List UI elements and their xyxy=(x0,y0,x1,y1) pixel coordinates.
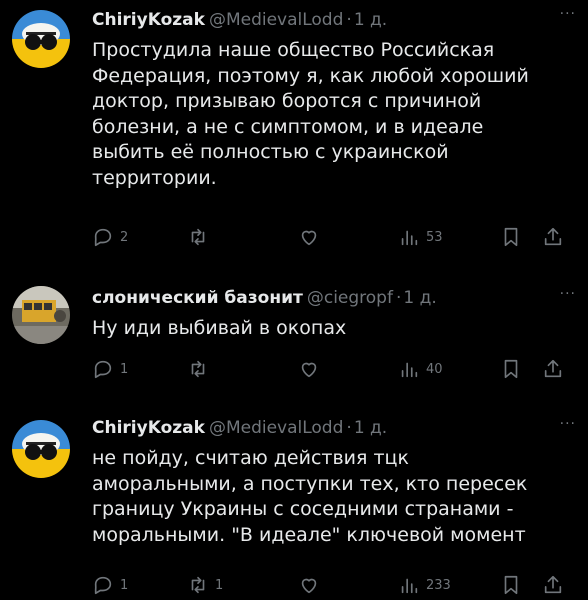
tweet-text-line: не пойду, считаю действия тцк xyxy=(92,447,409,469)
share-icon xyxy=(544,227,562,246)
bookmark-icon xyxy=(504,575,518,595)
tweet-header: слонический базонит @ciegropf · 1 д. xyxy=(92,286,576,310)
tweet[interactable]: ChiriyKozak @MedievalLodd · 1 д. Простудила… xyxy=(0,0,588,270)
avatar[interactable] xyxy=(12,286,70,344)
avatar[interactable] xyxy=(12,420,70,478)
views-button[interactable]: 233 xyxy=(398,572,451,598)
reply-button[interactable]: 1 xyxy=(92,572,128,598)
handle[interactable]: @ciegropf xyxy=(307,288,393,308)
timestamp[interactable]: 1 д. xyxy=(354,10,387,30)
more-options-icon[interactable]: ··· xyxy=(560,6,576,22)
view-count: 233 xyxy=(426,577,451,593)
handle[interactable]: @MedievalLodd xyxy=(209,418,343,438)
more-options-icon[interactable]: ··· xyxy=(560,286,576,302)
street-photo-avatar-icon xyxy=(12,286,70,344)
handle[interactable]: @MedievalLodd xyxy=(209,10,343,30)
tweet-text-line: выбить её полностью с украинской xyxy=(92,141,449,163)
views-icon xyxy=(401,230,418,246)
bookmark-button[interactable] xyxy=(500,356,522,382)
retweet-icon xyxy=(191,360,205,378)
share-icon xyxy=(544,359,562,378)
views-button[interactable]: 53 xyxy=(398,224,443,250)
bookmark-icon xyxy=(504,227,518,247)
display-name[interactable]: слонический базонит xyxy=(92,288,303,308)
reply-count: 2 xyxy=(120,229,129,245)
retweet-count: 1 xyxy=(215,577,224,593)
tweet[interactable]: ChiriyKozak @MedievalLodd · 1 д. не пойду, … xyxy=(0,400,588,600)
bookmark-icon xyxy=(504,359,518,379)
share-icon xyxy=(544,575,562,594)
heart-icon xyxy=(301,578,317,594)
frog-avatar-icon xyxy=(12,10,70,68)
retweet-button[interactable]: 1 xyxy=(187,572,223,598)
reply-button[interactable]: 2 xyxy=(92,224,128,250)
tweet-text-line: Ну иди выбивай в окопах xyxy=(92,317,347,339)
like-button[interactable] xyxy=(298,224,326,250)
views-icon xyxy=(401,578,418,594)
views-button[interactable]: 40 xyxy=(398,356,443,382)
display-name[interactable]: ChiriyKozak xyxy=(92,418,205,438)
reply-icon xyxy=(94,576,112,595)
view-count: 53 xyxy=(426,229,443,245)
tweet-header: ChiriyKozak @MedievalLodd · 1 д. xyxy=(92,416,576,440)
tweet-text: Ну иди выбивай в окопах xyxy=(92,316,576,342)
reply-icon xyxy=(94,228,112,247)
action-bar: 1 1 233 xyxy=(92,572,568,598)
heart-icon xyxy=(301,362,317,378)
bookmark-button[interactable] xyxy=(500,572,522,598)
display-name[interactable]: ChiriyKozak xyxy=(92,10,205,30)
tweet-text-line: Федерация, поэтому я, как любой хороший xyxy=(92,64,529,87)
share-button[interactable] xyxy=(542,356,564,382)
tweet-text-line: Простудила наше общество Российская xyxy=(92,39,495,61)
avatar[interactable] xyxy=(12,10,70,68)
bookmark-button[interactable] xyxy=(500,224,522,250)
share-button[interactable] xyxy=(542,224,564,250)
frog-avatar-icon xyxy=(12,420,70,478)
reply-icon xyxy=(94,360,112,379)
views-icon xyxy=(401,362,418,378)
action-bar: 1 40 xyxy=(92,356,568,382)
tweet-text-line: моральными. "В идеале" ключевой момент xyxy=(92,523,526,546)
retweet-button[interactable] xyxy=(187,356,215,382)
timestamp[interactable]: 1 д. xyxy=(354,418,387,438)
heart-icon xyxy=(301,230,317,246)
tweet-text-line: аморальными, а поступки тех, кто пересек xyxy=(92,472,528,495)
reply-button[interactable]: 1 xyxy=(92,356,128,382)
timestamp[interactable]: 1 д. xyxy=(403,288,436,308)
reply-count: 1 xyxy=(120,577,129,593)
retweet-icon xyxy=(191,228,205,246)
more-options-icon[interactable]: ··· xyxy=(560,416,576,432)
tweet-text-line: болезни, а не с симптомом, и в идеале xyxy=(92,115,484,138)
view-count: 40 xyxy=(426,361,443,377)
tweet-text: не пойду, считаю действия тцк аморальным… xyxy=(92,446,576,548)
separator-dot: · xyxy=(346,10,352,30)
reply-count: 1 xyxy=(120,361,129,377)
retweet-button[interactable] xyxy=(187,224,215,250)
retweet-icon xyxy=(191,576,205,594)
tweet[interactable]: слонический базонит @ciegropf · 1 д. Ну иди… xyxy=(0,270,588,400)
action-bar: 2 53 xyxy=(92,224,568,250)
tweet-text: Простудила наше общество Российская Феде… xyxy=(92,38,576,191)
tweet-text-line: границу Украины с соседними странами - xyxy=(92,498,514,520)
separator-dot: · xyxy=(346,418,352,438)
tweet-text-line: территории. xyxy=(92,166,217,189)
share-button[interactable] xyxy=(542,572,564,598)
like-button[interactable] xyxy=(298,356,326,382)
tweet-header: ChiriyKozak @MedievalLodd · 1 д. xyxy=(92,8,576,32)
tweet-text-line: доктор, призываю боротся с причиной xyxy=(92,90,482,112)
separator-dot: · xyxy=(395,288,402,308)
like-button[interactable] xyxy=(298,572,326,598)
